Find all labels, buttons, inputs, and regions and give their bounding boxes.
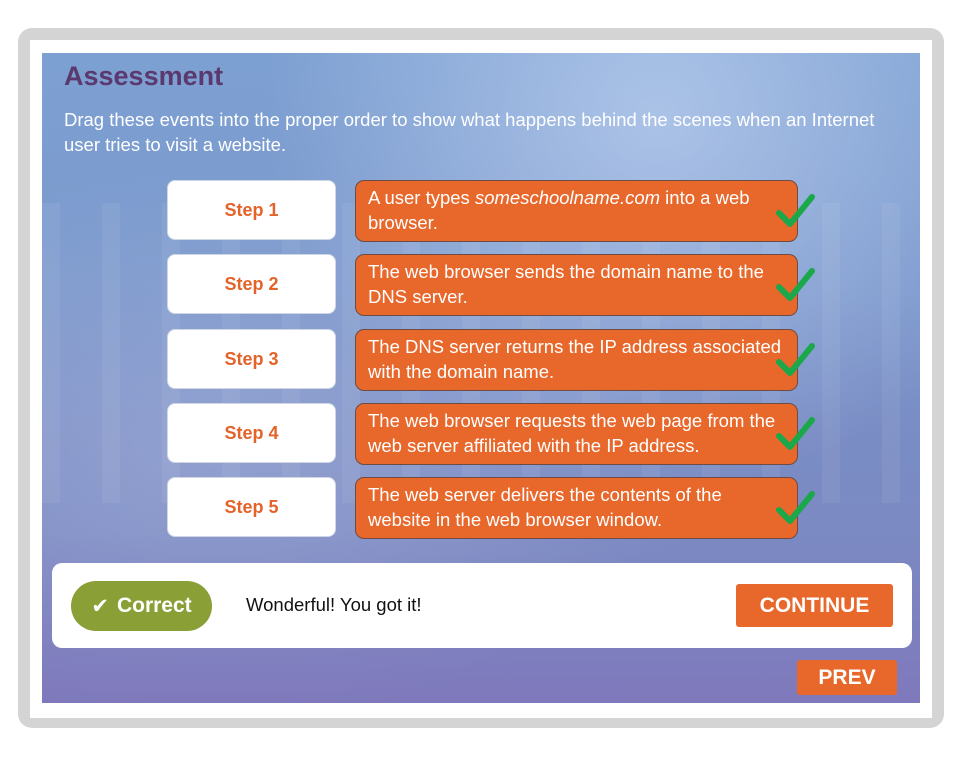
check-icon — [776, 491, 815, 524]
event-text: A user types — [368, 187, 475, 208]
step-label-text: Step 1 — [224, 199, 279, 220]
event-text: The DNS server returns the IP address as… — [368, 336, 782, 382]
event-card-2[interactable]: The web browser sends the domain name to… — [355, 254, 798, 316]
step-label-4: Step 4 — [167, 403, 336, 463]
step-label-text: Step 3 — [224, 348, 279, 369]
check-icon — [776, 343, 815, 376]
continue-button[interactable]: CONTINUE — [736, 584, 893, 627]
check-icon — [776, 194, 815, 227]
event-card-5[interactable]: The web server delivers the contents of … — [355, 477, 798, 539]
step-label-text: Step 5 — [224, 496, 279, 517]
feedback-message: Wonderful! You got it! — [246, 594, 422, 615]
checkmark-icon: ✔ — [91, 594, 109, 618]
event-text: The web browser sends the domain name to… — [368, 261, 764, 307]
step-label-5: Step 5 — [167, 477, 336, 537]
check-icon — [776, 417, 815, 450]
instructions-text: Drag these events into the proper order … — [64, 109, 875, 155]
step-label-3: Step 3 — [167, 329, 336, 389]
step-label-text: Step 4 — [224, 422, 279, 443]
correct-badge: ✔ Correct — [71, 581, 212, 631]
prev-button[interactable]: PREV — [797, 660, 897, 695]
event-text-domain: someschoolname.com — [474, 187, 661, 208]
step-label-text: Step 2 — [224, 273, 279, 294]
correct-label: Correct — [116, 594, 192, 617]
check-icon — [776, 268, 815, 301]
event-card-1[interactable]: A user types someschoolname.com into a w… — [355, 180, 798, 242]
step-label-1: Step 1 — [167, 180, 336, 240]
event-card-3[interactable]: The DNS server returns the IP address as… — [355, 329, 798, 391]
event-card-4[interactable]: The web browser requests the web page fr… — [355, 403, 798, 465]
page-title: Assessment — [64, 61, 224, 91]
event-text: The web server delivers the contents of … — [368, 484, 722, 530]
event-text: The web browser requests the web page fr… — [368, 410, 776, 456]
step-label-2: Step 2 — [167, 254, 336, 314]
